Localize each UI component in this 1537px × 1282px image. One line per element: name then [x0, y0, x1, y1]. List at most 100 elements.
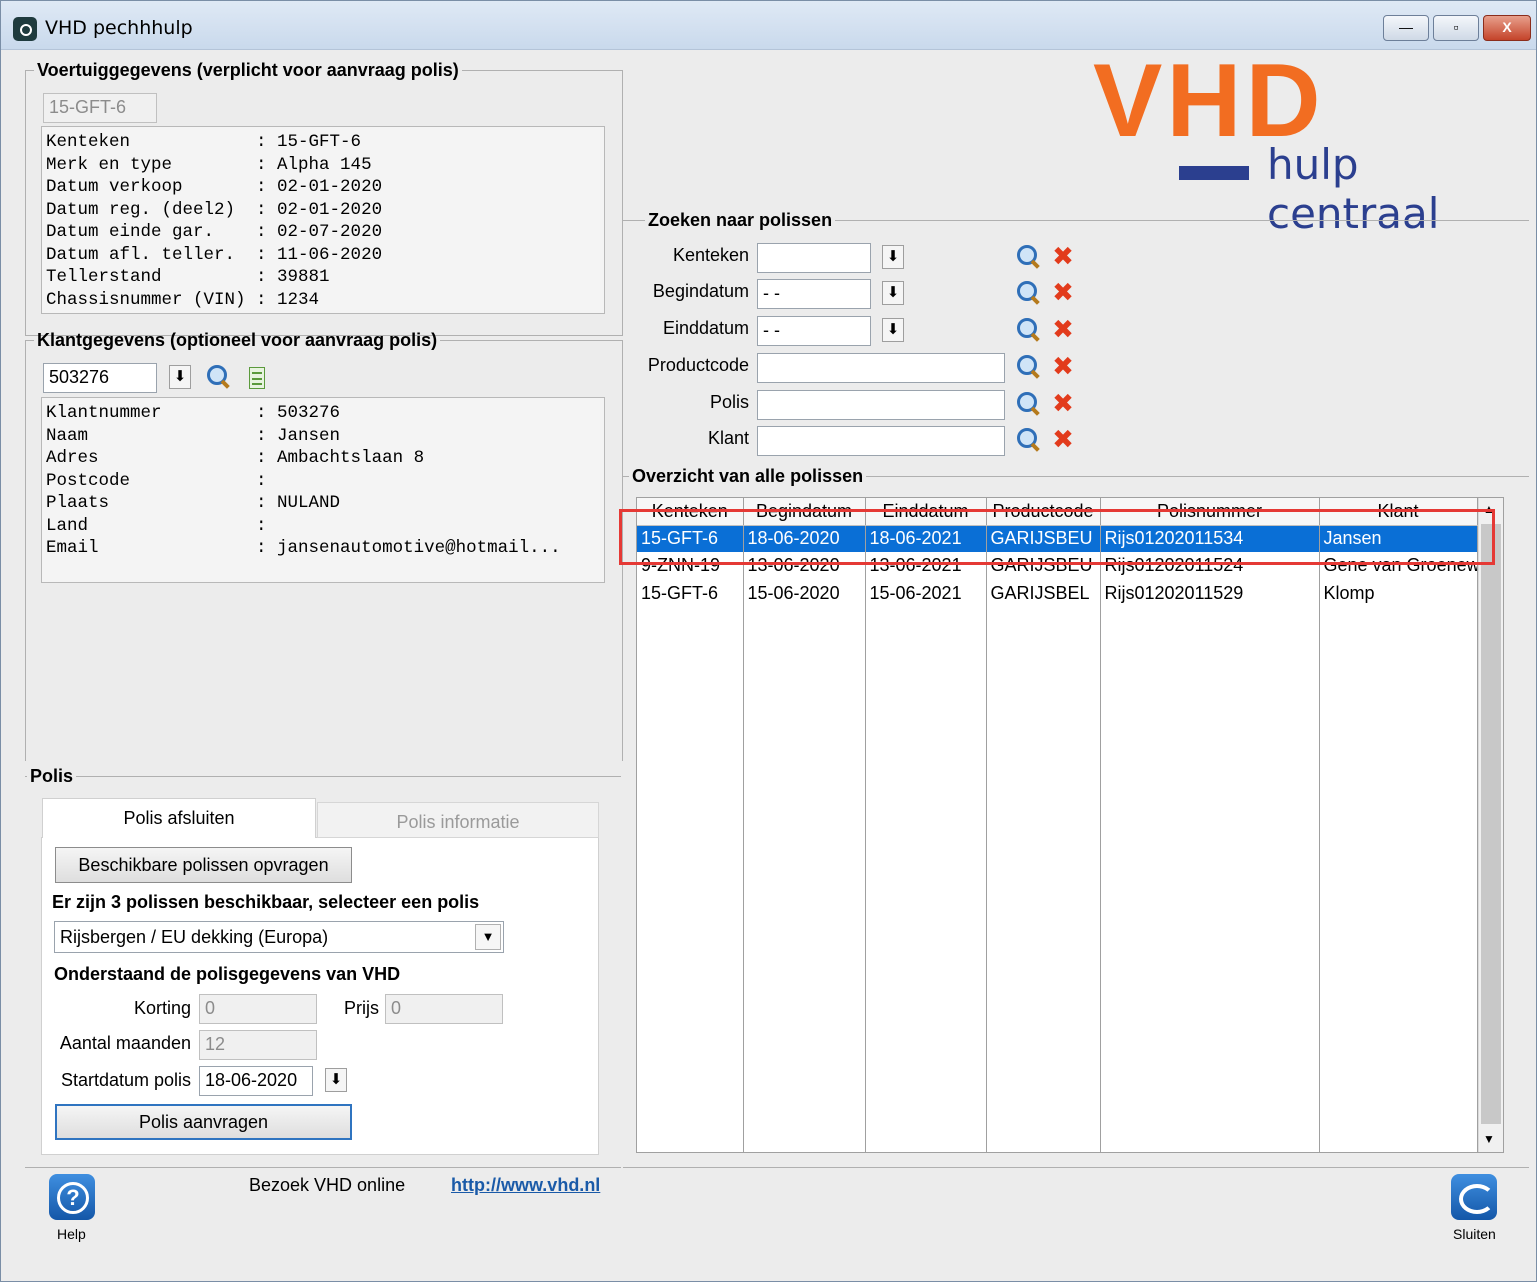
customer-search-icon[interactable]	[205, 363, 233, 391]
search-kenteken-download-icon[interactable]: ⬇	[882, 245, 904, 269]
vehicle-info-row: Datum einde gar. : 02-07-2020	[46, 221, 600, 244]
table-empty-cell	[637, 606, 744, 1152]
help-icon[interactable]: ?	[49, 1174, 95, 1220]
column-header[interactable]: Begindatum	[743, 498, 866, 526]
tab-polis-afsluiten[interactable]: Polis afsluiten	[42, 798, 316, 838]
korting-label: Korting	[133, 998, 191, 1018]
search-productcode-input[interactable]	[757, 353, 1005, 383]
customer-info-row-label: Email	[46, 538, 257, 558]
scroll-down-icon[interactable]: ▼	[1483, 1132, 1495, 1146]
customer-info-row-value: : Ambachtslaan 8	[256, 448, 425, 468]
table-row-selected[interactable]: 15-GFT-6 18-06-2020 18-06-2021 GARIJSBEU Rij…	[637, 525, 1478, 553]
table-cell: 15-06-2021	[865, 579, 987, 607]
vehicle-info-row-value: : 11-06-2020	[256, 244, 383, 265]
search-polis-input[interactable]	[757, 390, 1005, 420]
minimize-button[interactable]: —	[1383, 15, 1429, 41]
scrollbar-thumb[interactable]	[1481, 524, 1501, 1124]
vehicle-info-row-value: : Alpha 145	[256, 154, 372, 175]
search-productcode-clear-icon[interactable]: ✖	[1049, 353, 1077, 381]
customer-info-panel: Klantnummer : 503276 Naam : Jansen Adres :…	[41, 397, 605, 583]
search-klant-clear-icon[interactable]: ✖	[1049, 426, 1077, 454]
sluiten-label: Sluiten	[1453, 1226, 1496, 1242]
maximize-button[interactable]: ▫	[1433, 15, 1479, 41]
search-polis-label: Polis	[709, 392, 749, 412]
table-cell: Gene van Groenew	[1319, 552, 1478, 580]
polis-select-value: Rijsbergen / EU dekking (Europa)	[60, 927, 329, 947]
table-row[interactable]: 9-ZNN-19 13-06-2020 13-06-2021 GARIJSBEU Rij…	[637, 552, 1478, 580]
customer-info-row: Land :	[46, 515, 600, 538]
vehicle-info-row-value: : 1234	[256, 289, 320, 310]
table-cell: 13-06-2020	[743, 552, 866, 580]
prijs-field[interactable]: 0	[385, 994, 503, 1024]
column-header[interactable]: Productcode	[986, 498, 1101, 526]
customer-info-row-value: :	[256, 515, 267, 536]
search-begindatum-search-icon[interactable]	[1015, 279, 1043, 307]
customer-info-row: Email : jansenautomotive@hotmail...	[46, 537, 600, 560]
startdatum-download-icon[interactable]: ⬇	[325, 1068, 347, 1092]
column-header[interactable]: Polisnummer	[1100, 498, 1320, 526]
customer-document-icon[interactable]	[249, 367, 265, 389]
column-header[interactable]: Kenteken	[637, 498, 744, 526]
table-cell: 15-GFT-6	[637, 525, 744, 553]
search-legend: Zoeken naar polissen	[648, 210, 833, 230]
close-window-button[interactable]: X	[1483, 15, 1531, 41]
app-window: VHD pechhhulp — ▫ X Voertuiggegevens (ve…	[0, 0, 1537, 1282]
window-title: VHD pechhhulp	[45, 17, 193, 39]
customer-download-icon[interactable]: ⬇	[169, 365, 191, 389]
search-begindatum-clear-icon[interactable]: ✖	[1049, 279, 1077, 307]
polis-legend: Polis	[30, 766, 74, 786]
table-cell: 15-GFT-6	[637, 579, 744, 607]
visit-vhd-text: Bezoek VHD online	[249, 1175, 406, 1195]
search-einddatum-label: Einddatum	[662, 318, 749, 338]
vhd-website-link[interactable]: http://www.vhd.nl	[451, 1175, 600, 1196]
help-label: Help	[57, 1226, 86, 1242]
polis-table-container: Kenteken Begindatum Einddatum Productcode Po…	[636, 497, 1504, 1153]
search-polis-clear-icon[interactable]: ✖	[1049, 390, 1077, 418]
table-cell: GARIJSBEU	[986, 552, 1101, 580]
table-cell: Rijs01202011534	[1100, 525, 1320, 553]
aantal-maanden-field[interactable]: 12	[199, 1030, 317, 1060]
search-kenteken-input[interactable]	[757, 243, 871, 273]
chevron-down-icon[interactable]: ▼	[475, 924, 501, 950]
sluiten-icon[interactable]	[1451, 1174, 1497, 1220]
vehicle-info-panel: Kenteken : 15-GFT-6 Merk en type : Alpha …	[41, 126, 605, 314]
customer-number-input[interactable]: 503276	[43, 363, 157, 393]
search-einddatum-search-icon[interactable]	[1015, 316, 1043, 344]
vehicle-legend: Voertuiggegevens (verplicht voor aanvraa…	[37, 60, 459, 80]
search-kenteken-label: Kenteken	[672, 245, 749, 265]
vehicle-kenteken-input[interactable]: 15-GFT-6	[43, 93, 157, 123]
column-header[interactable]: Einddatum	[865, 498, 987, 526]
polis-select[interactable]: Rijsbergen / EU dekking (Europa) ▼	[54, 921, 504, 953]
search-klant-input[interactable]	[757, 426, 1005, 456]
tab-polis-informatie[interactable]: Polis informatie	[317, 802, 599, 838]
table-cell: GARIJSBEL	[986, 579, 1101, 607]
search-begindatum-download-icon[interactable]: ⬇	[882, 281, 904, 305]
search-kenteken-search-icon[interactable]	[1015, 243, 1043, 271]
vehicle-info-row: Datum reg. (deel2) : 02-01-2020	[46, 199, 600, 222]
table-cell: Klomp	[1319, 579, 1478, 607]
search-begindatum-input[interactable]: - -	[757, 279, 871, 309]
search-klant-search-icon[interactable]	[1015, 426, 1043, 454]
search-einddatum-download-icon[interactable]: ⬇	[882, 318, 904, 342]
table-scrollbar[interactable]: ▲ ▼	[1478, 498, 1503, 1152]
customer-info-row: Postcode :	[46, 470, 600, 493]
search-kenteken-clear-icon[interactable]: ✖	[1049, 243, 1077, 271]
column-header[interactable]: Klant	[1319, 498, 1478, 526]
search-einddatum-clear-icon[interactable]: ✖	[1049, 316, 1077, 344]
search-einddatum-input[interactable]: - -	[757, 316, 871, 346]
vehicle-info-row: Kenteken : 15-GFT-6	[46, 131, 600, 154]
table-empty-cell	[743, 606, 866, 1152]
search-polis-search-icon[interactable]	[1015, 390, 1043, 418]
search-productcode-search-icon[interactable]	[1015, 353, 1043, 381]
table-row[interactable]: 15-GFT-6 15-06-2020 15-06-2021 GARIJSBEL Rij…	[637, 579, 1478, 607]
customer-info-row-value: : Jansen	[256, 425, 341, 446]
customer-info-row-value: : NULAND	[256, 493, 341, 513]
table-cell: Rijs01202011529	[1100, 579, 1320, 607]
polis-aanvragen-button[interactable]: Polis aanvragen	[55, 1104, 352, 1140]
table-cell: Jansen	[1319, 525, 1478, 553]
korting-field[interactable]: 0	[199, 994, 317, 1024]
beschikbare-polissen-button[interactable]: Beschikbare polissen opvragen	[55, 847, 352, 883]
startdatum-field[interactable]: 18-06-2020	[199, 1066, 313, 1096]
vehicle-info-row-label: Datum afl. teller.	[46, 244, 257, 265]
scroll-up-icon[interactable]: ▲	[1483, 502, 1495, 516]
